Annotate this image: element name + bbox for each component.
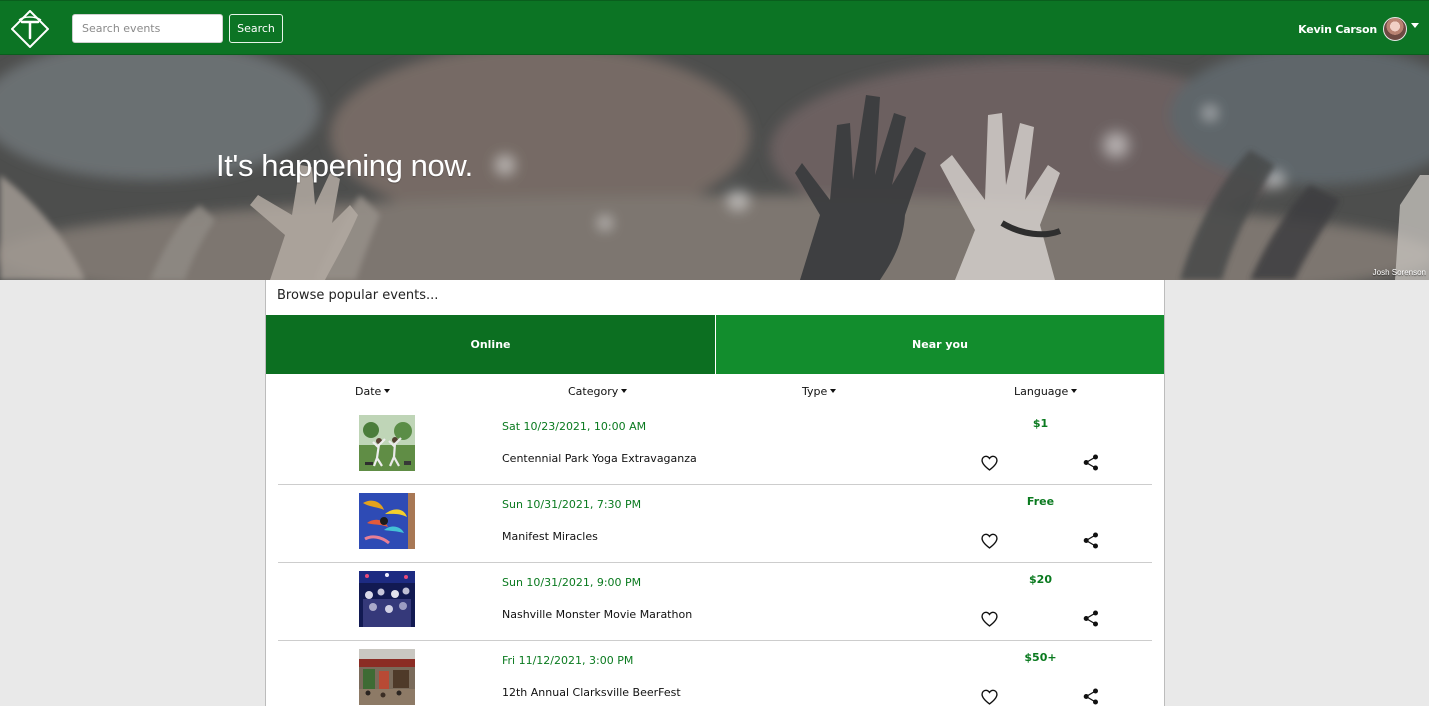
type-filter-dropdown[interactable]: Type xyxy=(802,383,837,399)
share-icon[interactable] xyxy=(1083,532,1099,549)
chevron-down-icon xyxy=(830,389,837,393)
avatar xyxy=(1383,17,1407,41)
crowd-thumbnail[interactable] xyxy=(359,571,415,627)
heart-icon[interactable] xyxy=(981,611,998,627)
tab-online-label: Online xyxy=(470,338,511,351)
date-filter-dropdown[interactable]: Date xyxy=(355,383,391,399)
language-filter-label: Language xyxy=(1014,384,1069,398)
event-price: Free xyxy=(1026,495,1055,508)
event-price: $1 xyxy=(1032,417,1049,430)
event-row[interactable]: Fri 11/12/2021, 3:00 PM 12th Annual Clar… xyxy=(278,641,1152,706)
category-filter-dropdown[interactable]: Category xyxy=(568,383,628,399)
language-filter-dropdown[interactable]: Language xyxy=(1014,383,1078,399)
chevron-down-icon xyxy=(621,389,628,393)
chevron-down-icon xyxy=(384,389,391,393)
event-row[interactable]: Sat 10/23/2021, 10:00 AM Centennial Park… xyxy=(278,407,1152,485)
event-title[interactable]: Centennial Park Yoga Extravaganza xyxy=(502,452,697,465)
yoga-thumbnail[interactable] xyxy=(359,415,415,471)
heart-icon[interactable] xyxy=(981,689,998,705)
chevron-down-icon xyxy=(1411,22,1419,28)
search-input[interactable] xyxy=(72,14,223,43)
event-date: Fri 11/12/2021, 3:00 PM xyxy=(502,654,634,667)
event-title[interactable]: 12th Annual Clarksville BeerFest xyxy=(502,686,681,699)
event-date: Sat 10/23/2021, 10:00 AM xyxy=(502,420,647,433)
search-button[interactable]: Search xyxy=(229,14,283,43)
date-filter-label: Date xyxy=(355,384,382,398)
user-name: Kevin Carson xyxy=(1298,22,1377,36)
tab-near-you[interactable]: Near you xyxy=(716,315,1164,374)
tab-near-you-label: Near you xyxy=(912,338,968,351)
heart-icon[interactable] xyxy=(981,455,998,471)
share-icon[interactable] xyxy=(1083,610,1099,627)
event-date: Sun 10/31/2021, 7:30 PM xyxy=(502,498,642,511)
hero-title: It's happening now. xyxy=(216,148,473,183)
top-navbar: Search Kevin Carson xyxy=(0,0,1429,55)
share-icon[interactable] xyxy=(1083,454,1099,471)
hero-banner: It's happening now. Josh Sorenson xyxy=(0,55,1429,280)
art-thumbnail[interactable] xyxy=(359,493,415,549)
festival-thumbnail[interactable] xyxy=(359,649,415,705)
event-title[interactable]: Nashville Monster Movie Marathon xyxy=(502,608,692,621)
photo-credit: Josh Sorenson xyxy=(1372,268,1426,277)
type-filter-label: Type xyxy=(802,384,828,398)
user-menu[interactable]: Kevin Carson xyxy=(1298,15,1419,43)
triangle-t-logo[interactable] xyxy=(11,10,49,48)
hero-crowd-image xyxy=(0,55,1429,280)
event-price: $50+ xyxy=(1024,651,1057,664)
event-row[interactable]: Sun 10/31/2021, 7:30 PM Manifest Miracle… xyxy=(278,485,1152,563)
browse-heading: Browse popular events... xyxy=(277,288,439,303)
event-date: Sun 10/31/2021, 9:00 PM xyxy=(502,576,642,589)
event-title[interactable]: Manifest Miracles xyxy=(502,530,598,543)
browse-panel: Browse popular events... Online Near you… xyxy=(265,280,1165,706)
event-row[interactable]: Sun 10/31/2021, 9:00 PM Nashville Monste… xyxy=(278,563,1152,641)
category-filter-label: Category xyxy=(568,384,619,398)
event-price: $20 xyxy=(1029,573,1052,586)
chevron-down-icon xyxy=(1071,389,1078,393)
tab-online[interactable]: Online xyxy=(266,315,715,374)
heart-icon[interactable] xyxy=(981,533,998,549)
share-icon[interactable] xyxy=(1083,688,1099,705)
